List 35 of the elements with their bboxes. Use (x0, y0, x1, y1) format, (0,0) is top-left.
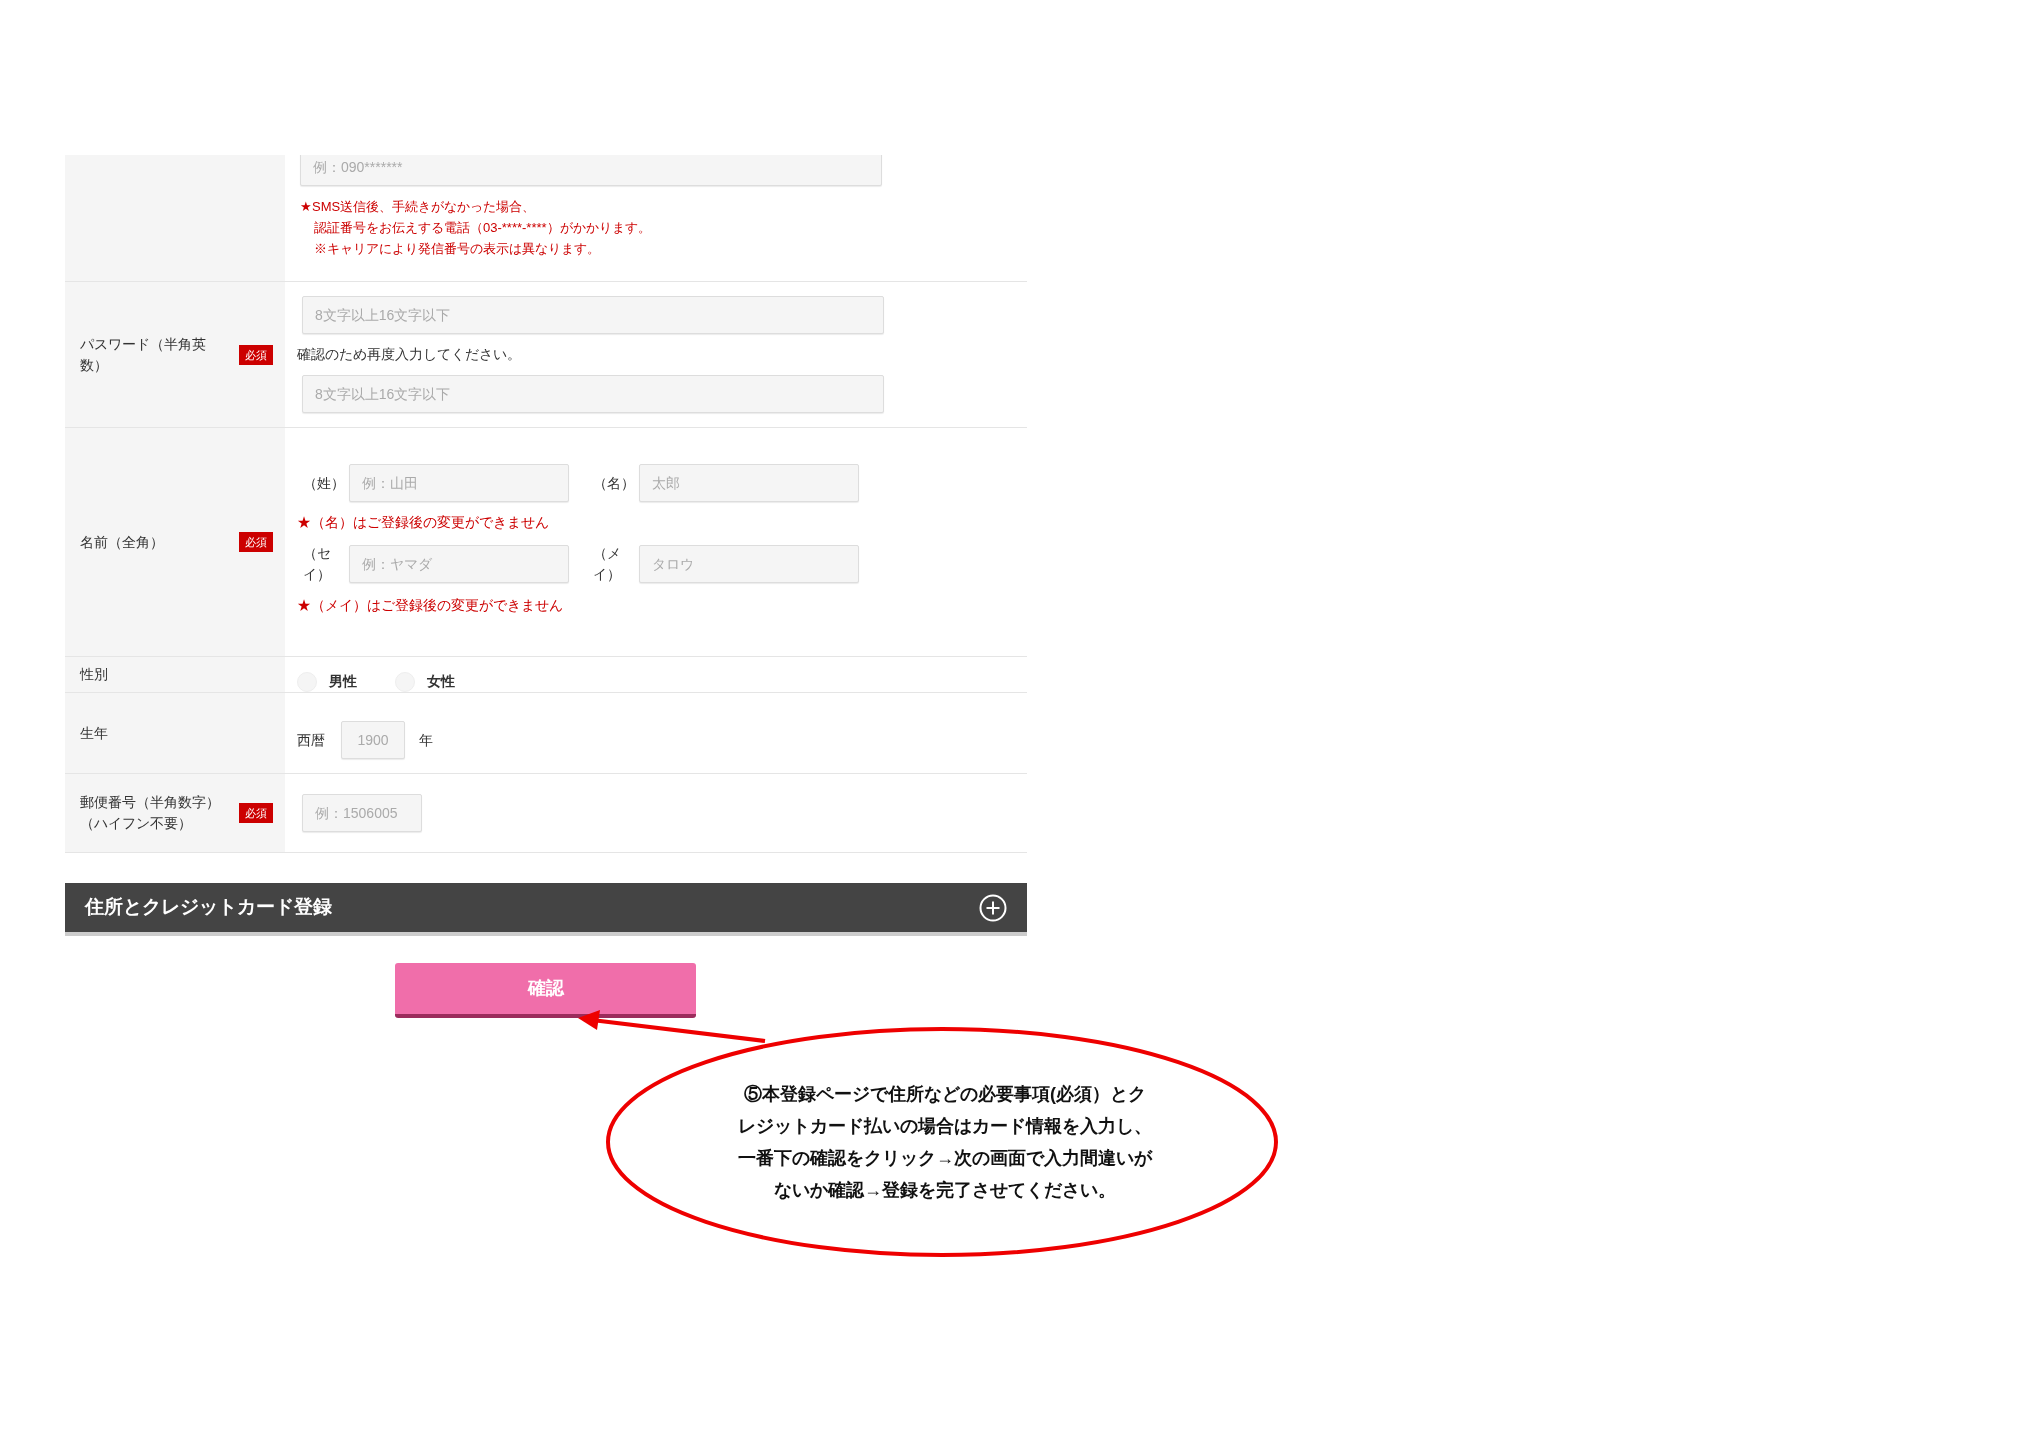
field-label: 郵便番号（半角数字） （ハイフン不要） (80, 793, 220, 833)
section-title: 住所とクレジットカード登録 (85, 895, 332, 920)
instruction-text: 確認のため再度入力してください。 (297, 345, 521, 364)
input-field[interactable]: 8文字以上16文字以下 (302, 296, 884, 334)
required-badge: 必須 (239, 532, 273, 552)
name-part-label: （セイ） (302, 544, 332, 584)
input-field[interactable]: 8文字以上16文字以下 (302, 375, 884, 413)
field-label: 性別 (80, 665, 108, 684)
radio-option[interactable]: 男性 (297, 671, 357, 692)
input-field[interactable]: 例：山田 (349, 464, 569, 502)
field-label: 生年 (80, 723, 108, 743)
input-field[interactable]: タロウ (639, 545, 859, 583)
notice-text: 認証番号をお伝えする電話（03-****-****）がかかります。 (313, 219, 652, 237)
notice-text: ★SMS送信後、手続きがなかった場合、 (300, 198, 537, 216)
required-badge: 必須 (239, 344, 273, 365)
year-label: 年 (419, 730, 433, 750)
required-badge: 必須 (239, 803, 273, 823)
input-field[interactable]: 太郎 (639, 464, 859, 502)
input-field[interactable]: 例：ヤマダ (349, 545, 569, 583)
input-field[interactable]: 例：1506005 (302, 794, 422, 832)
era-label: 西暦 (297, 730, 325, 750)
field-label: 名前（全角） (80, 532, 164, 552)
warning-text: ★（メイ）はご登録後の変更ができません (297, 596, 564, 615)
plus-circle-icon[interactable] (979, 893, 1007, 922)
section-header[interactable]: 住所とクレジットカード登録 (65, 883, 1027, 936)
radio-option[interactable]: 女性 (395, 671, 455, 692)
input-field[interactable]: 例：090******* (300, 155, 882, 186)
name-part-label: （名） (592, 473, 636, 493)
field-label: パスワード（半角英 数） (80, 334, 206, 375)
notice-text: ※キャリアにより発信番号の表示は異なります。 (313, 240, 601, 258)
warning-text: ★（名）はご登録後の変更ができません (297, 513, 550, 532)
annotation-text: ⑤本登録ページで住所などの必要事項(必須）とク レジットカード払いの場合はカード情報を入力し、 一番下の確認をクリック→次の画面で入力間違いが ないか確認→登録を完了させてください。 (737, 1083, 1154, 1202)
name-part-label: （姓） (302, 473, 346, 493)
name-part-label: （メイ） (592, 544, 622, 584)
input-field[interactable]: 1900 (341, 721, 405, 759)
